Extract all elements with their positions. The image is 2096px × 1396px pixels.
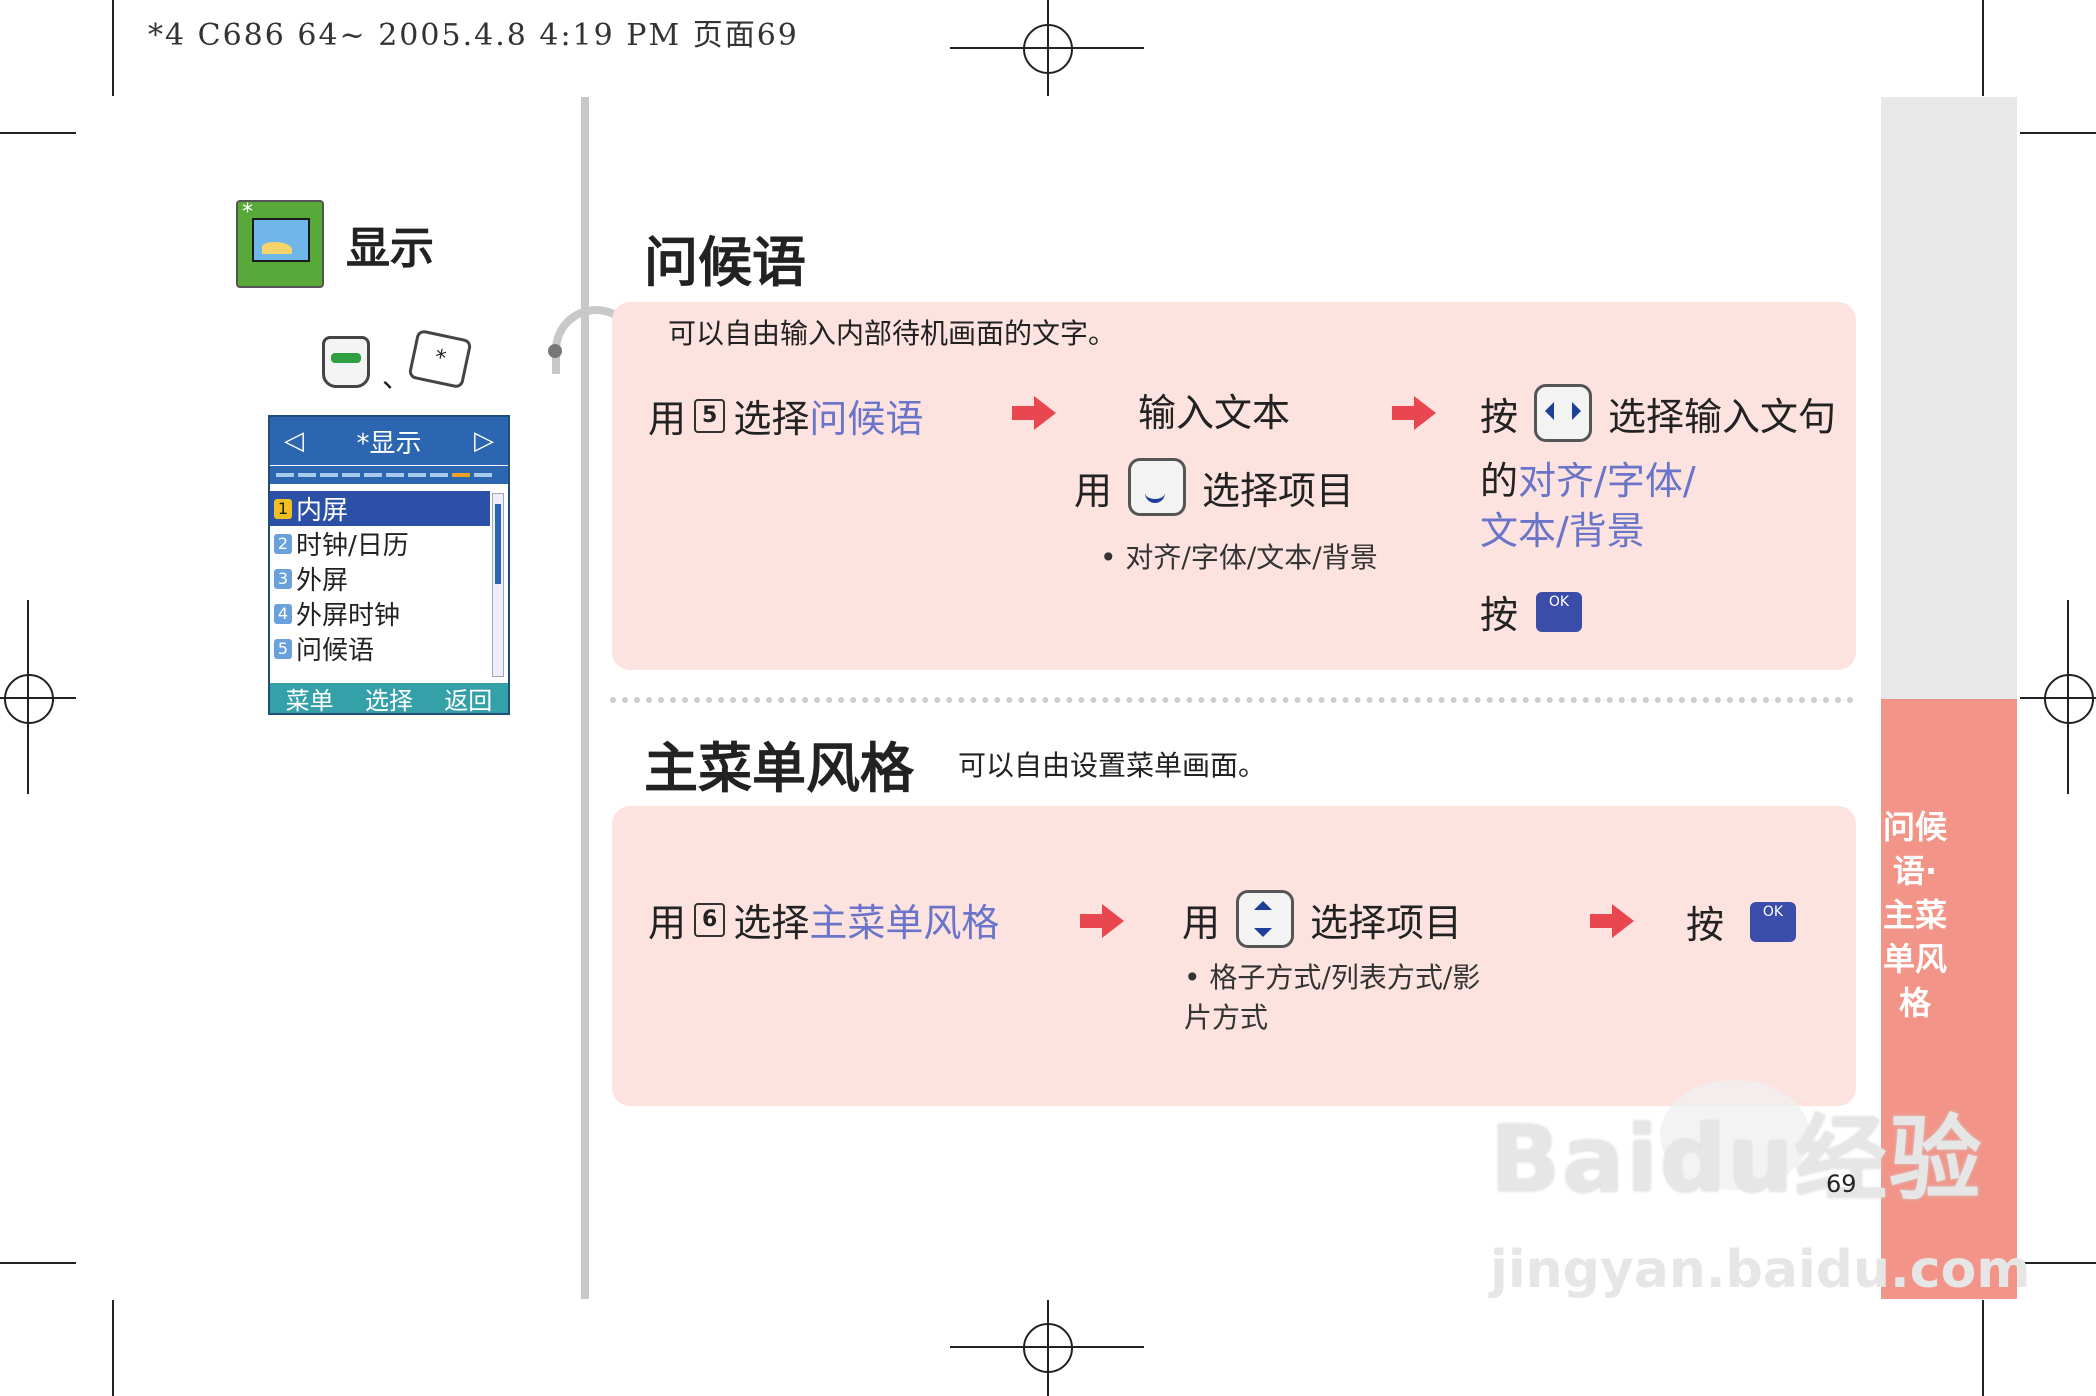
- list-item: 5 问候语: [270, 631, 490, 666]
- step-targets-line1: 的对齐/字体/: [1480, 459, 1696, 503]
- crop-line: [0, 1262, 76, 1264]
- menu-style-options: • 格子方式/列表方式/影片方式: [1184, 961, 1481, 1034]
- step-targets-line2: 文本/背景: [1480, 509, 1645, 553]
- monitor-icon: [252, 218, 310, 262]
- watermark-logo: Baidu经验: [1490, 1106, 1984, 1213]
- separator: 、: [382, 361, 411, 394]
- list-item: 4 外屏时钟: [270, 596, 490, 631]
- greeting-options: • 对齐/字体/文本/背景: [1100, 541, 1378, 574]
- side-tab-grey: [1881, 97, 2017, 699]
- step-input-text: 输入文本: [1138, 391, 1291, 435]
- list-item: 2 时钟/日历: [270, 526, 490, 561]
- step-select-item: 用 选择项目: [1074, 458, 1354, 516]
- nav-left-right-key-icon: [1534, 384, 1593, 442]
- list-item: 1 内屏: [270, 491, 490, 526]
- menu-style-steps-box: [612, 806, 1856, 1106]
- crop-line: [112, 1300, 114, 1396]
- tab-indicator: [270, 465, 508, 484]
- crop-line: [0, 132, 76, 134]
- greeting-link: 问候语: [809, 397, 924, 441]
- hook-dot: [548, 344, 562, 358]
- reg-mark-circle: [1023, 1323, 1073, 1373]
- step-press-ok: 按 OK: [1480, 584, 1583, 639]
- ok-key-icon: OK: [1750, 901, 1797, 942]
- reg-mark-circle: [2044, 674, 2094, 724]
- phone-screen: ◁ *显示 ▷ 1 内屏 2 时钟/日历 3 外屏 4 外屏时钟 5 问候语 菜单 选择 …: [268, 415, 510, 715]
- star-key-icon: *: [407, 328, 473, 390]
- right-arrow-icon: [1012, 396, 1056, 430]
- step-press-nav: 按 选择输入文句: [1480, 384, 1836, 442]
- phone-menu-list: 1 内屏 2 时钟/日历 3 外屏 4 外屏时钟 5 问候语: [270, 491, 490, 666]
- menu-style-desc: 可以自由设置菜单画面。: [958, 749, 1267, 782]
- key-5-icon: 5: [694, 398, 726, 433]
- step-press-ok-2: 按 OK: [1686, 894, 1797, 949]
- phone-header-title: *显示: [356, 428, 422, 459]
- nav-up-down-key-icon: [1236, 890, 1295, 948]
- menu-title: 显示: [346, 223, 434, 274]
- crop-line: [2020, 132, 2096, 134]
- greeting-desc: 可以自由输入内部待机画面的文字。: [668, 317, 1117, 350]
- step-select-menu-style: 用 6 选择 主菜单风格: [648, 892, 999, 947]
- softkey-select: 选择: [364, 686, 413, 715]
- nav-down-key-icon: [1128, 458, 1187, 516]
- menu-style-link: 主菜单风格: [809, 901, 1000, 945]
- display-menu-icon: *: [236, 200, 324, 288]
- reg-mark-circle: [4, 674, 54, 724]
- watermark-url: jingyan.baidu.com: [1490, 1240, 2031, 1300]
- list-item: 3 外屏: [270, 561, 490, 596]
- crop-line: [2020, 1262, 2096, 1264]
- reg-mark-circle: [1023, 24, 1073, 74]
- right-arrow-icon: [1392, 396, 1436, 430]
- section-title-menu-style: 主菜单风格: [644, 737, 914, 800]
- right-arrow-icon: [1080, 904, 1124, 938]
- right-arrow-icon: ▷: [473, 426, 494, 456]
- section-title-greeting: 问候语: [644, 231, 806, 294]
- page-divider: [581, 97, 589, 1299]
- side-tab-label: 问候语·主菜单风格: [1882, 808, 1947, 1022]
- crop-line: [1982, 0, 1984, 96]
- section-divider: [610, 697, 1854, 703]
- menu-softkey-icon: [322, 336, 370, 388]
- left-arrow-icon: ◁: [284, 426, 304, 456]
- softkey-back: 返回: [444, 686, 493, 715]
- softkey-bar: 菜单 选择 返回: [270, 683, 508, 715]
- ok-key-icon: OK: [1536, 591, 1583, 632]
- step-select-item-2: 用 选择项目: [1182, 890, 1462, 948]
- crop-line: [1982, 1300, 1984, 1396]
- key-6-icon: 6: [694, 902, 726, 937]
- crop-line: [112, 0, 114, 96]
- scrollbar: [492, 493, 504, 677]
- right-arrow-icon: [1590, 904, 1634, 938]
- print-header: *4 C686 64~ 2005.4.8 4:19 PM 页面69: [148, 18, 799, 53]
- softkey-menu: 菜单: [285, 686, 334, 715]
- phone-header: ◁ *显示 ▷: [270, 417, 508, 465]
- step-select-greeting: 用 5 选择 问候语: [648, 388, 923, 443]
- page-number: 69: [1826, 1170, 1857, 1198]
